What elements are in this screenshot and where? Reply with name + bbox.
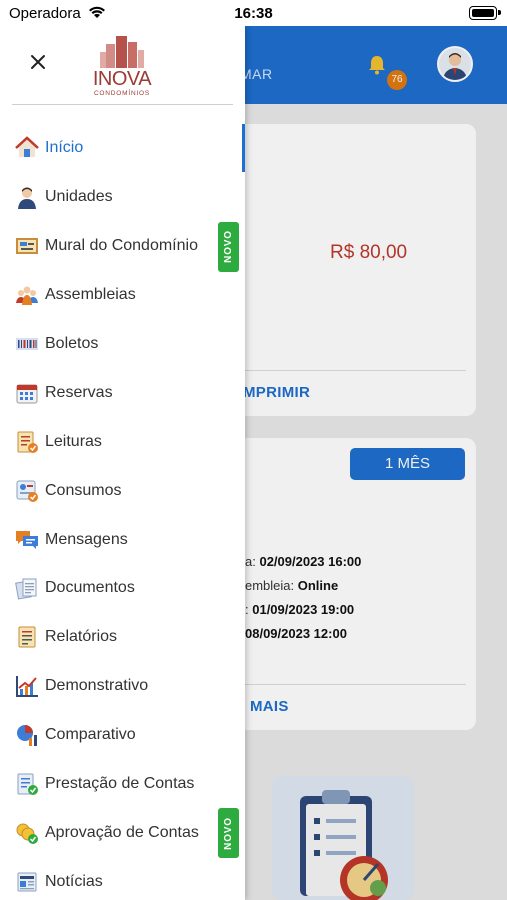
barcode-icon: [16, 338, 38, 350]
user-icon: [18, 187, 36, 210]
menu-item-noticias[interactable]: Notícias: [0, 857, 245, 900]
menu-item-label: Aprovação de Contas: [45, 823, 199, 841]
menu-item-leituras[interactable]: Leituras: [0, 417, 245, 466]
menu-item-mural[interactable]: Mural do Condomínio NOVO: [0, 221, 245, 272]
menu-item-prestacao-de-contas[interactable]: Prestação de Contas: [0, 760, 245, 809]
header-divider: [12, 104, 233, 105]
clock: 16:38: [234, 5, 273, 22]
line-chart-icon: [16, 676, 38, 698]
menu-item-aprovacao-de-contas[interactable]: Aprovação de Contas NOVO: [0, 808, 245, 859]
menu-item-label: Mensagens: [45, 530, 128, 548]
coins-approval-icon: [16, 823, 38, 844]
menu-item-label: Relatórios: [45, 628, 118, 646]
navigation-drawer: INOVA CONDOMÍNIOS Início Unidades Mural …: [0, 26, 245, 900]
menu-item-assembleias[interactable]: Assembleias: [0, 271, 245, 320]
group-icon: [16, 286, 38, 306]
menu-item-consumos[interactable]: Consumos: [0, 466, 245, 515]
menu-item-demonstrativo[interactable]: Demonstrativo: [0, 662, 245, 711]
newspaper-icon: [17, 872, 37, 892]
drawer-menu: Início Unidades Mural do Condomínio NOVO: [0, 124, 245, 900]
menu-item-relatorios[interactable]: Relatórios: [0, 613, 245, 662]
menu-item-boletos[interactable]: Boletos: [0, 320, 245, 369]
battery-icon: [469, 6, 501, 20]
pie-chart-icon: [17, 725, 37, 747]
menu-item-label: Notícias: [45, 872, 103, 890]
bulletin-board-icon: [16, 238, 38, 255]
close-icon: [31, 55, 45, 69]
new-badge: NOVO: [218, 808, 239, 859]
clipboard-check-icon: [17, 431, 38, 453]
new-badge: NOVO: [218, 221, 239, 272]
drawer-header: INOVA CONDOMÍNIOS: [0, 26, 245, 106]
menu-item-label: Leituras: [45, 432, 102, 450]
menu-item-label: Mural do Condomínio: [45, 237, 198, 255]
menu-item-label: Assembleias: [45, 286, 136, 304]
home-icon: [15, 136, 39, 158]
menu-item-unidades[interactable]: Unidades: [0, 173, 245, 222]
menu-item-label: Consumos: [45, 481, 122, 499]
meter-icon: [16, 480, 38, 502]
buildings-logo-icon: [100, 36, 144, 68]
chat-bubbles-icon: [16, 530, 38, 549]
menu-item-inicio[interactable]: Início: [0, 124, 245, 173]
menu-item-label: Comparativo: [45, 726, 136, 744]
calendar-icon: [16, 384, 38, 404]
menu-item-label: Documentos: [45, 579, 135, 597]
menu-item-label: Boletos: [45, 335, 99, 352]
inova-logo: INOVA CONDOMÍNIOS: [86, 34, 158, 98]
close-drawer-button[interactable]: [24, 48, 52, 76]
menu-item-label: Início: [45, 139, 84, 157]
menu-item-label: Demonstrativo: [45, 677, 149, 695]
active-indicator: [242, 124, 245, 172]
menu-item-documentos[interactable]: Documentos: [0, 564, 245, 613]
logo-subtitle-text: CONDOMÍNIOS: [93, 90, 151, 97]
status-bar: Operadora 16:38: [0, 0, 507, 26]
menu-item-mensagens[interactable]: Mensagens: [0, 515, 245, 564]
documents-icon: [15, 578, 37, 600]
logo-brand-text: INOVA: [92, 68, 152, 90]
report-icon: [18, 626, 36, 648]
menu-item-label: Prestação de Contas: [45, 775, 195, 793]
menu-item-reservas[interactable]: Reservas: [0, 368, 245, 417]
accounts-document-icon: [17, 773, 38, 796]
menu-item-label: Unidades: [45, 188, 113, 206]
menu-item-comparativo[interactable]: Comparativo: [0, 711, 245, 760]
menu-item-label: Reservas: [45, 383, 113, 401]
